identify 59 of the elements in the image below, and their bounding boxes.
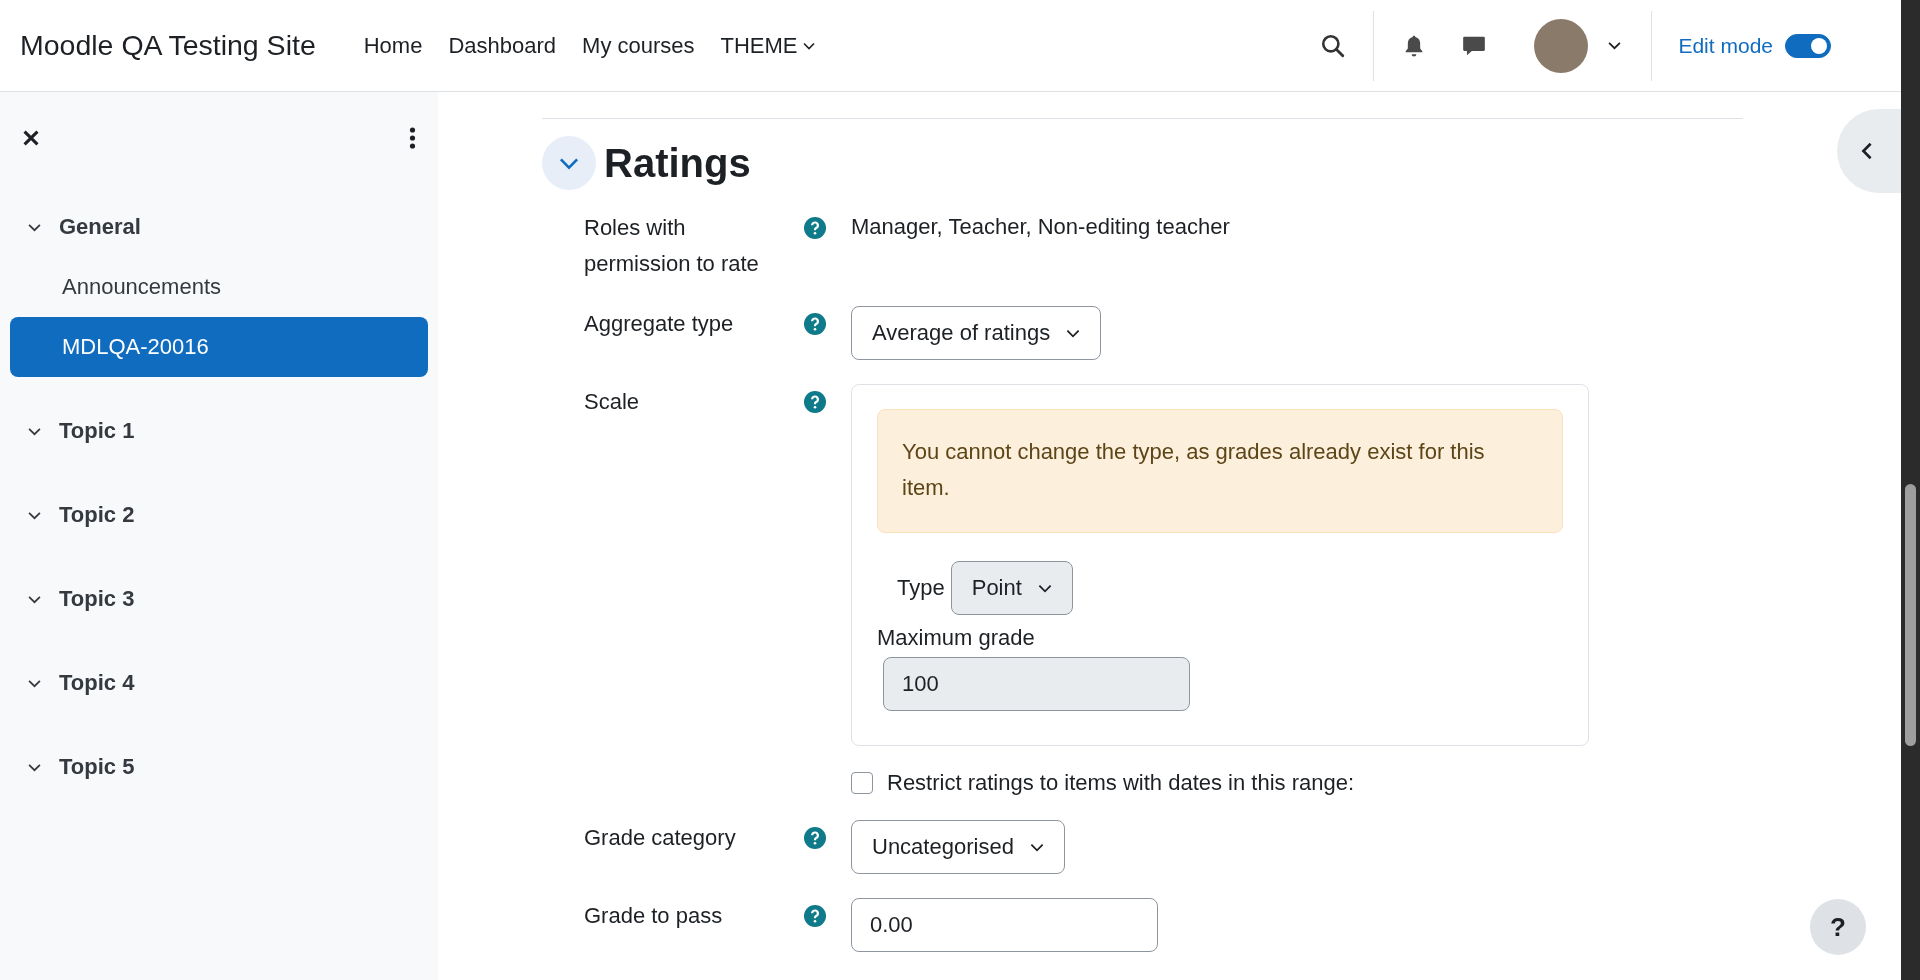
field-label: Grade category [584,824,737,852]
nav-link[interactable]: My courses [582,32,695,59]
section-title: General [59,214,141,240]
nav-link[interactable]: THEME [720,32,815,59]
input-field[interactable]: 0.00 [851,898,1158,952]
section-item[interactable]: Topic 2 [10,485,428,545]
dropdown[interactable]: Uncategorised [851,820,1065,874]
caret-icon [1066,328,1081,338]
maximum-grade-label: Maximum grade [877,625,1036,651]
section-item[interactable]: General [10,197,428,257]
nav-link[interactable]: Home [363,32,423,59]
section-title: Topic 2 [59,502,135,528]
section-item[interactable]: Topic 5 [10,737,428,797]
chevron-icon [559,156,579,170]
nav-link[interactable]: Dashboard [448,32,557,59]
dropdown[interactable]: Average of ratings [851,306,1102,360]
caret-icon [1029,842,1044,852]
caret-icon [802,41,815,50]
field-label: Aggregate type [584,310,735,338]
field-label: Roles with permission to rate [584,214,760,278]
close-icon[interactable] [22,129,40,147]
section-title: Topic 4 [59,670,135,696]
section-title: Topic 5 [59,754,135,780]
checkbox-label: Restrict ratings to items with dates in this range: [887,770,1355,796]
caret-icon [28,426,41,436]
caret-icon [28,222,41,232]
field-label: Grade to pass [584,902,724,930]
collapse-button[interactable] [542,136,596,190]
section-title: Topic 1 [59,418,135,444]
help-icon[interactable] [804,905,826,927]
activity-link[interactable]: MDLQA-20016 [10,317,428,377]
help-icon[interactable] [804,217,826,239]
activity-link[interactable]: Announcements [10,257,428,317]
field-value: Manager, Teacher, Non-editing teacher [851,213,1230,241]
warning-alert: You cannot change the type, as grades already exist for this item. [877,409,1563,533]
caret-icon [28,678,41,688]
section-item[interactable]: Topic 3 [10,569,428,629]
checkbox[interactable] [851,772,873,794]
help-icon[interactable] [804,313,826,335]
section-heading: Ratings [604,140,751,186]
search-icon[interactable] [1320,32,1347,59]
edit-mode-label: Edit mode [1678,33,1773,58]
edit-mode-toggle[interactable] [1785,33,1831,58]
field-label: Scale [584,388,641,416]
caret-icon [28,762,41,772]
section-title: Topic 3 [59,586,135,612]
help-icon[interactable] [804,827,826,849]
caret-icon [1037,583,1052,593]
section-item[interactable]: Topic 4 [10,653,428,713]
caret-icon [28,594,41,604]
chevron-icon [1861,141,1873,161]
type-label: Type [897,575,945,601]
site-name[interactable]: Moodle QA Testing Site [20,29,316,62]
help-button[interactable]: ? [1810,899,1866,955]
section-item[interactable]: Topic 1 [10,401,428,461]
more-options-icon[interactable] [409,127,416,149]
caret-icon [28,510,41,520]
scrollbar[interactable] [1901,0,1920,980]
caret-icon [1608,41,1622,50]
